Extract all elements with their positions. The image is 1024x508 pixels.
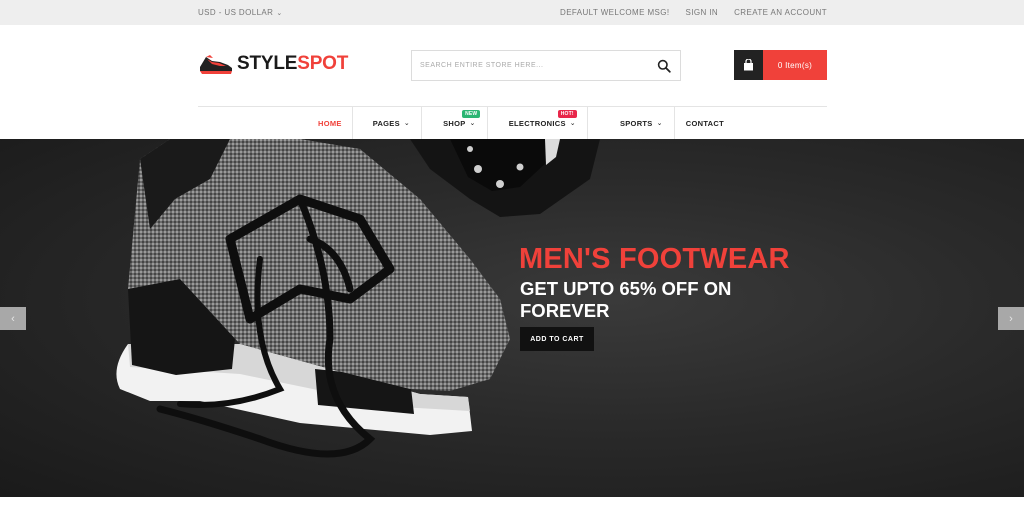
logo-text: STYLESPOT (237, 53, 349, 74)
hero-subtitle: GET UPTO 65% OFF ON FOREVER (520, 278, 732, 321)
nav-pages[interactable]: PAGES ⌄ (351, 107, 421, 139)
create-account-link[interactable]: CREATE AN ACCOUNT (734, 8, 827, 17)
chevron-down-icon: ⌄ (469, 120, 476, 127)
nav-shop-label: SHOP (443, 118, 466, 128)
slider-prev-button[interactable]: ‹ (0, 307, 26, 330)
nav-shop[interactable]: NEW SHOP ⌄ (421, 107, 487, 139)
nav-electronics-label: ELECTRONICS (508, 118, 566, 128)
hot-badge: HOT! (557, 110, 577, 118)
nav-home[interactable]: HOME (308, 107, 352, 139)
nav-home-label: HOME (318, 118, 342, 128)
hero-banner: MEN'S FOOTWEAR GET UPTO 65% OFF ON FOREV… (0, 139, 1024, 497)
cart-count: 0 Item(s) (763, 50, 827, 80)
chevron-down-icon: ⌄ (276, 10, 283, 17)
search-input[interactable] (412, 51, 642, 80)
search-icon[interactable] (657, 59, 671, 73)
add-to-cart-button[interactable]: ADD TO CART (520, 327, 594, 351)
site-logo[interactable]: STYLESPOT (198, 53, 348, 75)
chevron-down-icon: ⌄ (569, 120, 576, 127)
new-badge: NEW (462, 110, 481, 118)
chevron-down-icon: ⌄ (403, 120, 411, 127)
nav-contact-label: CONTACT (685, 118, 724, 128)
shopping-bag-icon (734, 50, 763, 80)
chevron-left-icon: ‹ (11, 312, 15, 325)
welcome-message: DEFAULT WELCOME MSG! (560, 8, 670, 17)
sign-in-link[interactable]: SIGN IN (686, 8, 719, 17)
currency-label: USD - US DOLLAR (198, 8, 274, 17)
sneaker-image (116, 139, 600, 458)
nav-sports[interactable]: SPORTS ⌄ (586, 107, 674, 139)
nav-electronics[interactable]: HOT! ELECTRONICS ⌄ (486, 107, 587, 139)
top-bar: USD - US DOLLAR ⌄ DEFAULT WELCOME MSG! SI… (0, 0, 1024, 25)
nav-sports-label: SPORTS (619, 118, 653, 128)
slider-next-button[interactable]: › (998, 307, 1024, 330)
top-links: DEFAULT WELCOME MSG! SIGN IN CREATE AN A… (560, 8, 827, 17)
main-nav: HOME PAGES ⌄ NEW SHOP ⌄ HOT! ELECTRONICS ⌄ … (198, 106, 827, 139)
cart-button[interactable]: 0 Item(s) (734, 50, 827, 80)
search-box (411, 50, 681, 81)
currency-selector[interactable]: USD - US DOLLAR ⌄ (198, 8, 283, 17)
sneaker-icon (200, 55, 232, 74)
chevron-down-icon: ⌄ (656, 120, 663, 127)
chevron-right-icon: › (1009, 312, 1013, 325)
nav-contact[interactable]: CONTACT (673, 107, 734, 139)
nav-pages-label: PAGES (372, 118, 400, 128)
hero-title: MEN'S FOOTWEAR (519, 243, 790, 275)
